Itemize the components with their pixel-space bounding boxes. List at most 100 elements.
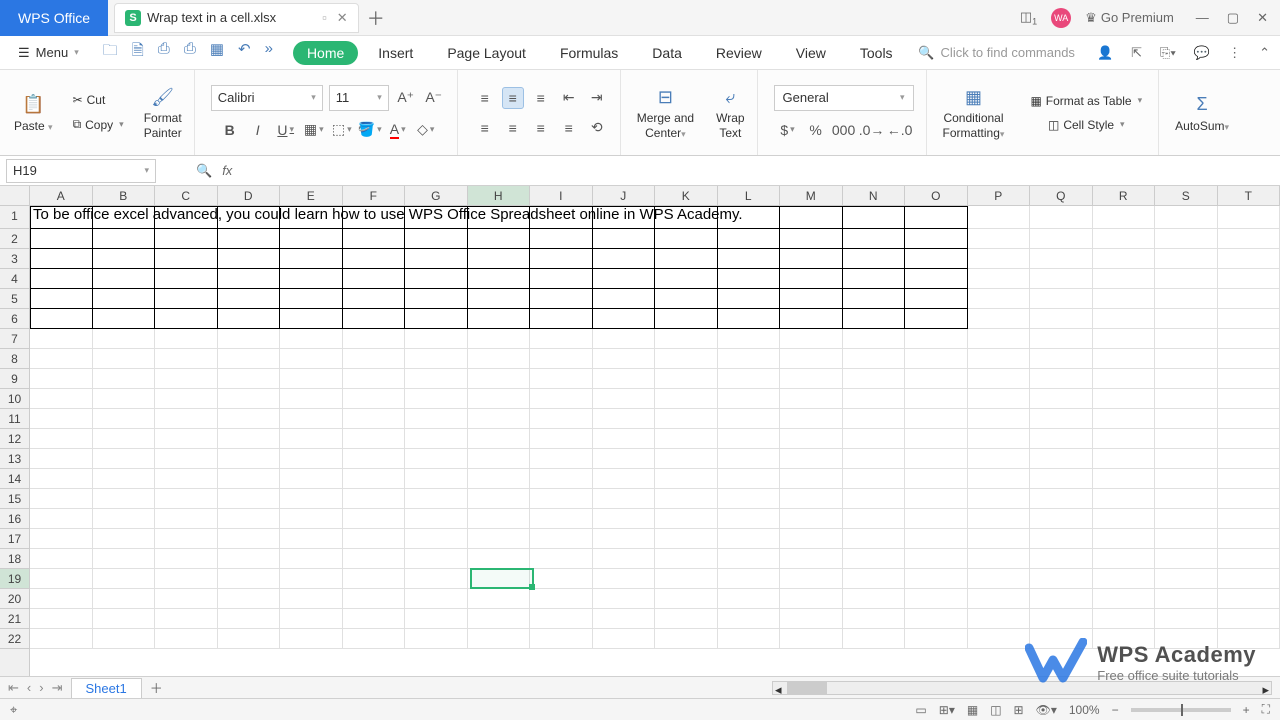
currency-icon[interactable]: $ <box>777 119 799 141</box>
eye-icon[interactable]: 👁▾ <box>1036 703 1057 717</box>
fx-icon[interactable]: fx <box>222 163 232 178</box>
maximize-button[interactable]: ▢ <box>1227 10 1239 26</box>
row-header-1[interactable]: 1 <box>0 206 29 229</box>
share-icon[interactable]: ⇱ <box>1131 45 1142 61</box>
col-header-O[interactable]: O <box>905 186 968 205</box>
row-headers[interactable]: 12345678910111213141516171819202122 <box>0 206 30 676</box>
underline-button[interactable]: U <box>275 119 297 141</box>
page-layout-view-icon[interactable]: ◫ <box>990 703 1001 717</box>
first-sheet-icon[interactable]: ⇤ <box>8 680 19 696</box>
row-header-21[interactable]: 21 <box>0 609 29 629</box>
row-header-12[interactable]: 12 <box>0 429 29 449</box>
row-header-4[interactable]: 4 <box>0 269 29 289</box>
print-icon[interactable]: ⎙ <box>158 40 170 65</box>
tab-review[interactable]: Review <box>702 41 776 65</box>
italic-button[interactable]: I <box>247 119 269 141</box>
col-header-S[interactable]: S <box>1155 186 1218 205</box>
col-header-Q[interactable]: Q <box>1030 186 1093 205</box>
more-qat-icon[interactable]: » <box>265 40 273 65</box>
export-icon[interactable]: ⎘▾ <box>1160 45 1176 61</box>
col-header-K[interactable]: K <box>655 186 718 205</box>
col-header-H[interactable]: H <box>468 186 531 205</box>
col-header-L[interactable]: L <box>718 186 781 205</box>
tab-data[interactable]: Data <box>638 41 696 65</box>
bold-button[interactable]: B <box>219 119 241 141</box>
page-break-view-icon[interactable]: ⊞ <box>1014 703 1024 717</box>
font-color-button[interactable]: A <box>387 119 409 141</box>
tab-insert[interactable]: Insert <box>364 41 427 65</box>
align-right-icon[interactable]: ≡ <box>530 117 552 139</box>
collapse-ribbon-button[interactable]: ⌃ <box>1259 45 1270 61</box>
cells-area[interactable]: To be office excel advanced, you could l… <box>30 206 1280 676</box>
next-sheet-icon[interactable]: › <box>39 680 43 696</box>
highlight-button[interactable]: ◇ <box>415 119 437 141</box>
row-header-9[interactable]: 9 <box>0 369 29 389</box>
format-as-table-button[interactable]: ▦ Format as Table <box>1026 92 1146 110</box>
user-avatar[interactable]: WA <box>1051 8 1071 28</box>
font-select[interactable]: Calibri▾ <box>211 85 323 111</box>
paste-button[interactable]: 📋 Paste ▾ <box>14 93 53 133</box>
row-header-11[interactable]: 11 <box>0 409 29 429</box>
col-header-M[interactable]: M <box>780 186 843 205</box>
increase-font-icon[interactable]: A⁺ <box>395 87 417 109</box>
border-button[interactable]: ▦ <box>303 119 325 141</box>
row-header-16[interactable]: 16 <box>0 509 29 529</box>
close-tab-icon[interactable]: ✕ <box>337 10 348 26</box>
row-header-5[interactable]: 5 <box>0 289 29 309</box>
layout-icon-2[interactable]: ⊞▾ <box>939 703 955 717</box>
col-header-F[interactable]: F <box>343 186 406 205</box>
sheet-tab-1[interactable]: Sheet1 <box>71 678 142 698</box>
row-header-20[interactable]: 20 <box>0 589 29 609</box>
decrease-decimal-icon[interactable]: ←.0 <box>889 119 911 141</box>
align-middle-icon[interactable]: ≡ <box>502 87 524 109</box>
row-header-7[interactable]: 7 <box>0 329 29 349</box>
app-logo-tab[interactable]: WPS Office <box>0 0 108 36</box>
tab-formulas[interactable]: Formulas <box>546 41 632 65</box>
fullscreen-icon[interactable]: ⛶ <box>1262 702 1270 717</box>
spreadsheet-grid[interactable]: ABCDEFGHIJKLMNOPQRST 1234567891011121314… <box>0 186 1280 676</box>
name-box[interactable]: H19 ▾ <box>6 159 156 183</box>
minimize-button[interactable]: — <box>1196 10 1209 26</box>
zoom-out-button[interactable]: − <box>1112 703 1119 717</box>
normal-view-icon[interactable]: ▦ <box>967 703 978 717</box>
col-header-B[interactable]: B <box>93 186 156 205</box>
decrease-indent-icon[interactable]: ⇤ <box>558 87 580 109</box>
print-preview-icon[interactable]: ⎙ <box>184 40 196 65</box>
zoom-slider[interactable] <box>1131 708 1231 712</box>
command-search[interactable]: 🔍 Click to find commands <box>918 45 1075 61</box>
row-header-22[interactable]: 22 <box>0 629 29 649</box>
open-icon[interactable]: 🗀 <box>103 40 118 65</box>
row-header-14[interactable]: 14 <box>0 469 29 489</box>
col-header-E[interactable]: E <box>280 186 343 205</box>
row-header-10[interactable]: 10 <box>0 389 29 409</box>
tab-menu-icon[interactable]: ▫ <box>322 10 327 25</box>
tab-home[interactable]: Home <box>293 41 358 65</box>
select-all-corner[interactable] <box>0 186 30 206</box>
format-painter-button[interactable]: 🖌 Format Painter <box>144 85 182 140</box>
row-header-8[interactable]: 8 <box>0 349 29 369</box>
col-header-P[interactable]: P <box>968 186 1031 205</box>
cancel-formula-icon[interactable]: 🔍 <box>196 163 212 179</box>
layout-icon-1[interactable]: ▭ <box>915 703 926 717</box>
add-sheet-button[interactable]: ＋ <box>150 678 163 697</box>
row-header-17[interactable]: 17 <box>0 529 29 549</box>
tab-page-layout[interactable]: Page Layout <box>433 41 540 65</box>
tab-tools[interactable]: Tools <box>846 41 907 65</box>
copy-button[interactable]: ⧉ Copy <box>69 115 128 134</box>
grid-icon[interactable]: ▦ <box>210 40 224 65</box>
col-header-C[interactable]: C <box>155 186 218 205</box>
font-size-select[interactable]: 11▾ <box>329 85 389 111</box>
row-header-2[interactable]: 2 <box>0 229 29 249</box>
new-tab-button[interactable]: ＋ <box>367 5 385 31</box>
merge-center-button[interactable]: ⊟ Merge and Center▾ <box>637 85 694 140</box>
close-window-button[interactable]: ✕ <box>1257 10 1268 26</box>
wrap-text-button[interactable]: ⤶ Wrap Text <box>716 85 744 140</box>
fill-color-button[interactable]: 🪣 <box>359 119 381 141</box>
user-icon[interactable]: 👤 <box>1097 45 1113 61</box>
align-center-icon[interactable]: ≡ <box>502 117 524 139</box>
row-header-3[interactable]: 3 <box>0 249 29 269</box>
align-bottom-icon[interactable]: ≡ <box>530 87 552 109</box>
menu-button[interactable]: ☰ Menu ▾ <box>10 43 87 63</box>
more-icon[interactable]: ⋮ <box>1228 45 1241 61</box>
multiwindow-icon[interactable]: ◫1 <box>1020 9 1037 27</box>
